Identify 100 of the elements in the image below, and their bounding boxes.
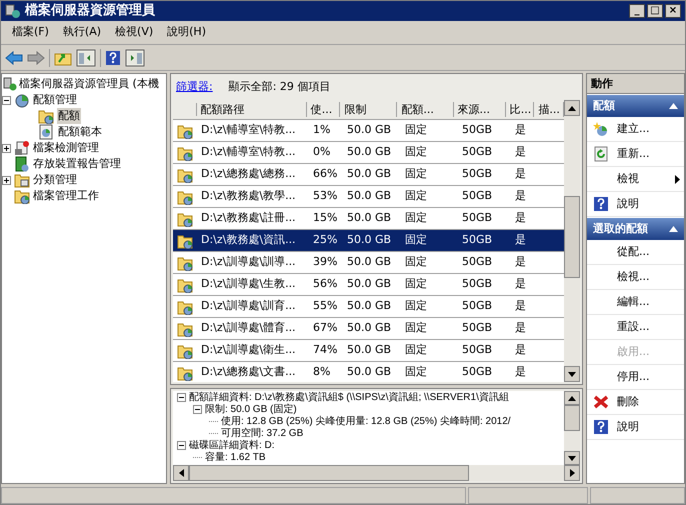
scroll-thumb[interactable] (564, 196, 580, 278)
expander-icon[interactable] (177, 392, 186, 402)
scroll-right-button[interactable] (564, 465, 580, 481)
action-item[interactable]: 從配... (587, 240, 684, 265)
up-arrow-icon (568, 396, 576, 400)
expander-icon[interactable] (193, 404, 202, 414)
table-cell-text: D:\z\輔導室\特教... (200, 144, 297, 160)
table-cell-text: D:\z\訓導處\衛生... (200, 342, 297, 358)
tree-item[interactable]: 檔案檢測管理 (33, 140, 99, 156)
scroll-up-button[interactable] (564, 391, 580, 405)
table-cell-text: 25% (312, 232, 338, 248)
table-cell-text: 固定 (404, 364, 428, 380)
table-row[interactable]: D:\z\教務處\教學... 53% 50.0 GB 固定 50GB 是 (173, 186, 564, 208)
show-hide-tree-icon[interactable] (76, 48, 96, 66)
column-header[interactable]: 限制 (340, 102, 398, 117)
table-row[interactable]: D:\z\總務處\文書... 8% 50.0 GB 固定 50GB 是 (173, 362, 564, 382)
action-item[interactable]: 檢視... (587, 265, 684, 290)
close-button[interactable]: × (665, 4, 681, 18)
tree-item[interactable]: 配額範本 (57, 124, 103, 140)
table-cell-text: 55% (312, 298, 338, 314)
scroll-up-button[interactable] (564, 100, 580, 116)
tree-item[interactable]: 檔案伺服器資源管理員 (本機 (19, 76, 159, 92)
folder-chart-icon (177, 320, 193, 336)
scroll-thumb[interactable] (189, 465, 469, 481)
filter-link[interactable]: 篩選器: (176, 78, 213, 96)
table-row[interactable]: D:\z\教務處\資訊... 25% 50.0 GB 固定 50GB 是 (173, 230, 564, 252)
table-cell-text: 50.0 GB (346, 144, 392, 160)
right-arrow-icon (570, 469, 574, 477)
maximize-button[interactable]: □ (647, 4, 663, 18)
expander-icon[interactable] (2, 96, 11, 104)
table-row[interactable]: D:\z\總務處\總務... 66% 50.0 GB 固定 50GB 是 (173, 164, 564, 186)
detail-text: 使用: 12.8 GB (25%) 尖峰使用量: 12.8 GB (25%) 尖峰時間: 2012/ (221, 414, 511, 428)
table-cell-text: 66% (312, 166, 338, 182)
vertical-scrollbar[interactable] (564, 100, 580, 382)
forward-icon[interactable] (27, 50, 45, 64)
table-row[interactable]: D:\z\訓導處\體育... 67% 50.0 GB 固定 50GB 是 (173, 318, 564, 340)
table-cell-text: D:\z\輔導室\特教... (200, 122, 297, 138)
table-row[interactable]: D:\z\訓導處\訓育... 55% 50.0 GB 固定 50GB 是 (173, 296, 564, 318)
table-cell-text: 固定 (404, 144, 428, 160)
table-cell-text: 8% (312, 364, 332, 380)
table-row[interactable]: D:\z\訓導處\生教... 56% 50.0 GB 固定 50GB 是 (173, 274, 564, 296)
expander-icon[interactable] (2, 144, 11, 152)
detail-text: 限制: 50.0 GB (固定) (205, 402, 297, 416)
horizontal-scrollbar[interactable] (173, 465, 580, 481)
tree-item[interactable]: 存放裝置報告管理 (33, 156, 121, 172)
action-item[interactable]: 說明 (587, 192, 684, 217)
tree-item[interactable]: 檔案管理工作 (33, 188, 99, 204)
folder-chart-icon (38, 108, 54, 124)
folder-chart-icon (177, 232, 193, 248)
minimize-button[interactable]: _ (629, 4, 645, 18)
scroll-thumb[interactable] (564, 405, 580, 431)
action-item[interactable]: 編輯... (587, 290, 684, 315)
menu-item[interactable]: 說明(H) (160, 24, 213, 41)
table-cell-text: D:\z\訓導處\訓育... (200, 298, 297, 314)
action-item[interactable]: 檢視 (587, 167, 684, 192)
menu-item[interactable]: 檔案(F) (5, 24, 56, 41)
column-header[interactable]: 配額... (397, 102, 454, 117)
column-header[interactable]: 比... (506, 102, 534, 117)
action-item[interactable]: 重設... (587, 315, 684, 340)
back-icon[interactable] (5, 50, 23, 64)
scroll-left-button[interactable] (173, 465, 189, 481)
folder-icon (14, 172, 30, 188)
table-cell-text: D:\z\教務處\資訊... (200, 232, 297, 248)
column-header[interactable]: 使... (306, 102, 340, 117)
delete-icon (593, 394, 609, 410)
menu-item[interactable]: 檢視(V) (108, 24, 160, 41)
action-item[interactable]: 建立... (587, 117, 684, 142)
table-cell-text: 是 (514, 276, 527, 292)
menu-item[interactable]: 執行(A) (56, 24, 108, 41)
column-header[interactable]: 配額路徑 (196, 102, 307, 117)
table-row[interactable]: D:\z\訓導處\訓導... 39% 50.0 GB 固定 50GB 是 (173, 252, 564, 274)
action-item[interactable]: 說明 (587, 415, 684, 440)
section-title: 配額 (593, 98, 615, 114)
folder-chart-icon (14, 188, 30, 204)
column-header[interactable]: 來源... (454, 102, 506, 117)
tree-item[interactable]: 配額 (57, 108, 81, 124)
action-item[interactable]: 停用... (587, 365, 684, 390)
expander-icon[interactable] (2, 176, 11, 184)
table-row[interactable]: D:\z\訓導處\衛生... 74% 50.0 GB 固定 50GB 是 (173, 340, 564, 362)
tree-item[interactable]: 分類管理 (33, 172, 77, 188)
table-cell-text: 固定 (404, 166, 428, 182)
show-hide-action-pane-icon[interactable] (125, 48, 145, 66)
expander-icon[interactable] (177, 440, 186, 450)
table-cell-text: D:\z\訓導處\生教... (200, 276, 297, 292)
vertical-scrollbar[interactable] (564, 391, 580, 465)
table-cell-text: 50GB (461, 144, 494, 160)
tree-item[interactable]: 配額管理 (33, 92, 77, 108)
table-row[interactable]: D:\z\輔導室\特教... 0% 50.0 GB 固定 50GB 是 (173, 142, 564, 164)
section-header[interactable]: 選取的配額 (587, 218, 684, 240)
section-header[interactable]: 配額 (587, 95, 684, 117)
table-row[interactable]: D:\z\輔導室\特教... 1% 50.0 GB 固定 50GB 是 (173, 120, 564, 142)
table-cell-text: D:\z\教務處\註冊... (200, 210, 297, 226)
scroll-down-button[interactable] (564, 366, 580, 382)
help-icon[interactable] (105, 50, 121, 66)
action-item[interactable]: 刪除 (587, 390, 684, 415)
scroll-down-button[interactable] (564, 451, 580, 465)
action-item[interactable]: 重新... (587, 142, 684, 167)
down-arrow-icon (568, 456, 576, 460)
table-cell-text: 是 (514, 122, 527, 138)
table-cell-text: D:\z\總務處\文書... (200, 364, 297, 380)
